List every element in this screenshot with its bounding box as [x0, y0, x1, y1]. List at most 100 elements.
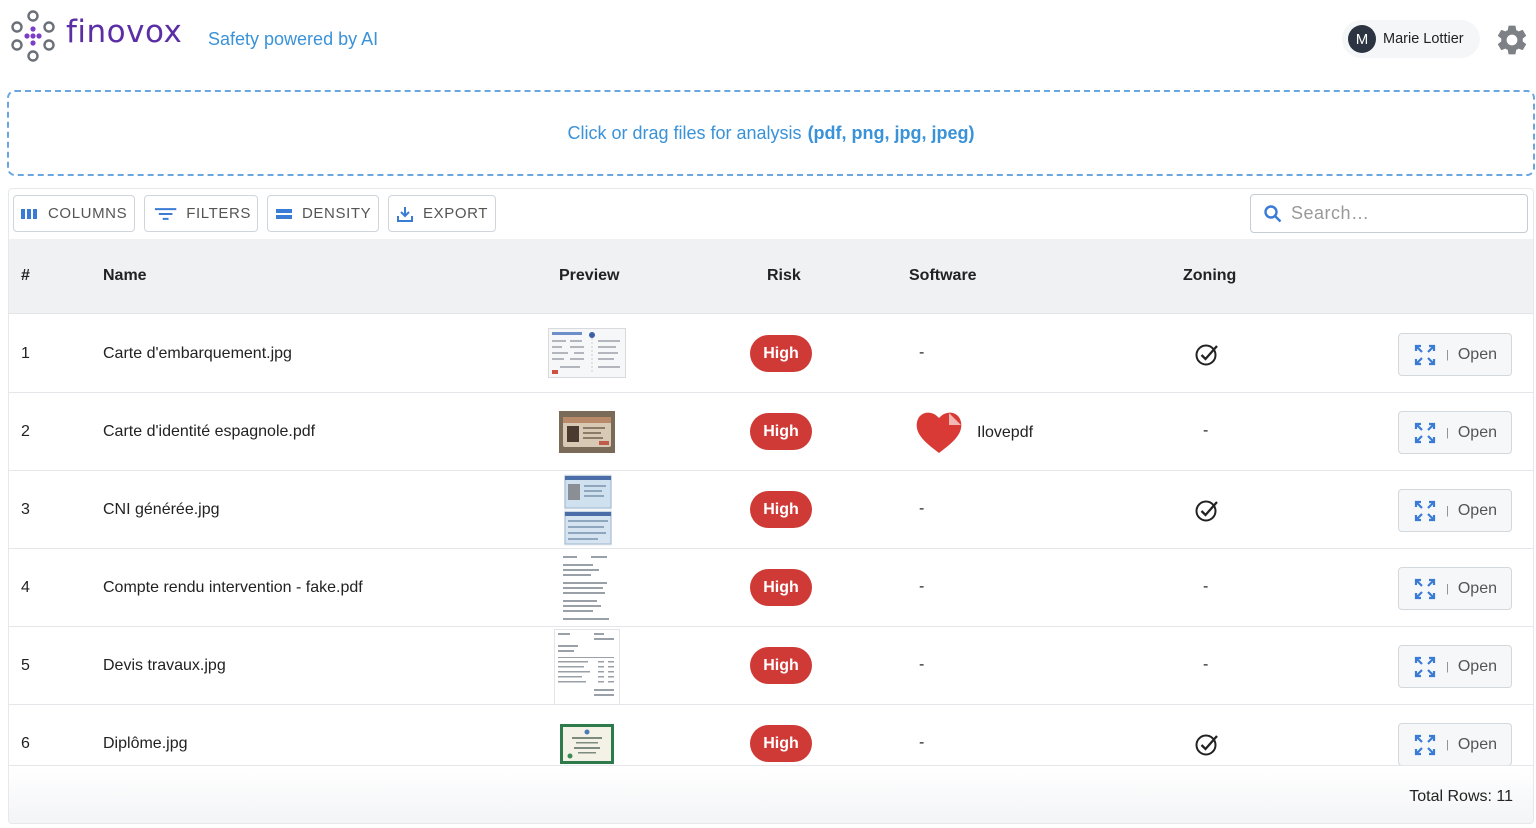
- total-rows: Total Rows: 11: [1409, 788, 1513, 805]
- risk-badge: High: [750, 335, 812, 372]
- user-menu-chip[interactable]: M Marie Lottier: [1342, 20, 1480, 58]
- drop-zone-formats: (pdf, png, jpg, jpeg): [807, 122, 975, 143]
- boarding-pass-thumbnail[interactable]: [548, 328, 626, 378]
- row-number: 6: [21, 735, 30, 752]
- finovox-logo-icon: [11, 10, 55, 62]
- header-zoning[interactable]: Zoning: [1183, 267, 1236, 285]
- expand-icon: [1414, 656, 1436, 677]
- grid-footer: Total Rows: 11: [9, 765, 1533, 823]
- columns-label: COLUMNS: [48, 205, 128, 222]
- open-label: Open: [1457, 501, 1497, 519]
- avatar: M: [1348, 25, 1376, 53]
- separator: |: [1446, 426, 1449, 439]
- density-icon: [276, 208, 292, 219]
- open-button[interactable]: | Open: [1398, 333, 1512, 376]
- file-name: CNI générée.jpg: [103, 501, 220, 518]
- zoning-value: -: [1203, 656, 1209, 673]
- search-box[interactable]: [1250, 194, 1528, 233]
- file-name: Carte d'embarquement.jpg: [103, 345, 292, 362]
- diploma-thumbnail[interactable]: [560, 724, 614, 764]
- table-row[interactable]: 3 CNI générée.jpg High - | Open: [9, 471, 1533, 549]
- file-name: Carte d'identité espagnole.pdf: [103, 423, 316, 440]
- export-button[interactable]: EXPORT: [388, 195, 496, 232]
- software-cell: Ilovepdf: [913, 407, 1033, 459]
- id-card-thumbnail[interactable]: [559, 411, 615, 453]
- filters-label: FILTERS: [186, 205, 251, 222]
- expand-icon: [1414, 344, 1436, 365]
- software-value: -: [919, 500, 925, 517]
- separator: |: [1446, 504, 1449, 517]
- separator: |: [1446, 660, 1449, 673]
- separator: |: [1446, 348, 1449, 361]
- density-label: DENSITY: [302, 205, 372, 222]
- separator: |: [1446, 738, 1449, 751]
- open-label: Open: [1457, 345, 1497, 363]
- check-circle-icon: [1195, 500, 1218, 522]
- expand-icon: [1414, 500, 1436, 521]
- risk-badge: High: [750, 725, 812, 762]
- open-label: Open: [1457, 657, 1497, 675]
- file-drop-zone[interactable]: Click or drag files for analysis (pdf, p…: [7, 90, 1535, 176]
- brand-tagline: Safety powered by AI: [208, 29, 379, 49]
- software-value: -: [919, 656, 925, 673]
- header-software[interactable]: Software: [909, 267, 977, 285]
- risk-badge: High: [750, 569, 812, 606]
- columns-icon: [21, 208, 37, 219]
- file-name: Diplôme.jpg: [103, 735, 188, 752]
- header-num: #: [21, 267, 30, 284]
- file-name: Devis travaux.jpg: [103, 657, 226, 674]
- open-label: Open: [1457, 579, 1497, 597]
- zoning-value: -: [1203, 578, 1209, 595]
- software-name: Ilovepdf: [977, 424, 1034, 441]
- open-label: Open: [1457, 735, 1497, 753]
- header-preview[interactable]: Preview: [559, 267, 619, 285]
- table-header: # Name Preview Risk Software Zoning: [9, 239, 1533, 314]
- file-name: Compte rendu intervention - fake.pdf: [103, 579, 363, 596]
- zoning-value: -: [1203, 422, 1209, 439]
- software-value: -: [919, 734, 925, 751]
- filter-icon: [154, 207, 177, 220]
- ilovepdf-logo-icon: [913, 407, 965, 459]
- gear-icon[interactable]: [1494, 22, 1530, 58]
- row-number: 2: [21, 423, 30, 440]
- documents-grid: COLUMNS FILTERS DENSITY EXPORT # Name Pr…: [8, 188, 1534, 824]
- risk-badge: High: [750, 647, 812, 684]
- row-number: 3: [21, 501, 30, 518]
- export-label: EXPORT: [423, 205, 489, 222]
- table-row[interactable]: 2 Carte d'identité espagnole.pdf High Il…: [9, 393, 1533, 471]
- check-circle-icon: [1195, 734, 1218, 756]
- table-row[interactable]: 4 Compte rendu intervention - fake.pdf H…: [9, 549, 1533, 627]
- software-value: -: [919, 578, 925, 595]
- filters-button[interactable]: FILTERS: [144, 195, 258, 232]
- header-risk[interactable]: Risk: [767, 267, 801, 285]
- grid-toolbar: COLUMNS FILTERS DENSITY EXPORT: [9, 189, 1533, 239]
- risk-badge: High: [750, 491, 812, 528]
- search-input[interactable]: [1291, 203, 1511, 224]
- columns-button[interactable]: COLUMNS: [13, 195, 135, 232]
- expand-icon: [1414, 422, 1436, 443]
- search-icon: [1264, 204, 1282, 222]
- software-value: -: [919, 344, 925, 361]
- header-name[interactable]: Name: [103, 267, 147, 285]
- download-icon: [397, 206, 413, 222]
- row-number: 1: [21, 345, 30, 362]
- check-circle-icon: [1195, 344, 1218, 366]
- density-button[interactable]: DENSITY: [267, 195, 379, 232]
- expand-icon: [1414, 578, 1436, 599]
- report-document-thumbnail[interactable]: [561, 552, 613, 624]
- open-button[interactable]: | Open: [1398, 723, 1512, 766]
- open-button[interactable]: | Open: [1398, 645, 1512, 688]
- row-number: 4: [21, 579, 30, 596]
- id-card-scan-thumbnail[interactable]: [564, 474, 612, 546]
- open-button[interactable]: | Open: [1398, 411, 1512, 454]
- open-button[interactable]: | Open: [1398, 489, 1512, 532]
- table-row[interactable]: 1 Carte d'embarquement.jpg High - | Open: [9, 315, 1533, 393]
- open-label: Open: [1457, 423, 1497, 441]
- separator: |: [1446, 582, 1449, 595]
- expand-icon: [1414, 734, 1436, 755]
- quote-document-thumbnail[interactable]: [554, 629, 620, 705]
- risk-badge: High: [750, 413, 812, 450]
- table-row[interactable]: 5 Devis travaux.jpg High - - | Open: [9, 627, 1533, 705]
- open-button[interactable]: | Open: [1398, 567, 1512, 610]
- brand-name: finovox: [66, 14, 183, 50]
